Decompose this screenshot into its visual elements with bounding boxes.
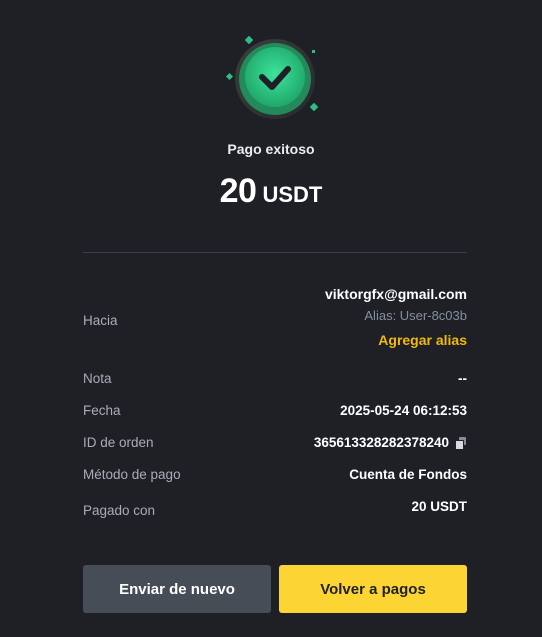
payment-method-value: Cuenta de Fondos [349,467,467,482]
success-graphic [0,30,542,120]
amount-currency: USDT [262,182,323,207]
date-value: 2025-05-24 06:12:53 [340,403,467,418]
order-id-label: ID de orden [83,435,154,450]
divider [83,252,467,253]
back-to-payments-button[interactable]: Volver a pagos [279,565,467,613]
detail-row-paid-with: Pagado con 20 USDT [83,499,467,525]
check-circle-icon [225,35,319,119]
order-id-value-wrap: 365613328282378240 [314,435,467,450]
date-label: Fecha [83,403,121,418]
amount-display: 20 USDT [0,172,542,211]
note-value: -- [458,371,467,386]
recipient-block: viktorgfx@gmail.com Alias: User-8c03b Ag… [325,286,467,348]
status-title: Pago exitoso [227,141,315,157]
detail-row-note: Nota -- [83,371,467,391]
detail-row-order-id: ID de orden 365613328282378240 [83,435,467,455]
recipient-email: viktorgfx@gmail.com [324,286,467,302]
add-alias-link[interactable]: Agregar alias [325,332,467,348]
payment-success-page: Pago exitoso 20 USDT Hacia viktorgfx@gmai… [0,0,542,637]
amount-value: 20 [219,172,257,210]
recipient-alias: Alias: User-8c03b [364,308,467,323]
copy-icon[interactable] [455,437,467,450]
paid-with-value: 20 USDT [411,499,467,514]
detail-row-date: Fecha 2025-05-24 06:12:53 [83,403,467,423]
to-label: Hacia [83,313,118,328]
note-label: Nota [83,371,112,386]
send-again-button[interactable]: Enviar de nuevo [83,565,271,613]
order-id-value: 365613328282378240 [313,435,449,450]
payment-method-label: Método de pago [83,467,181,482]
detail-row-payment-method: Método de pago Cuenta de Fondos [83,467,467,487]
paid-with-label: Pagado con [83,503,156,518]
